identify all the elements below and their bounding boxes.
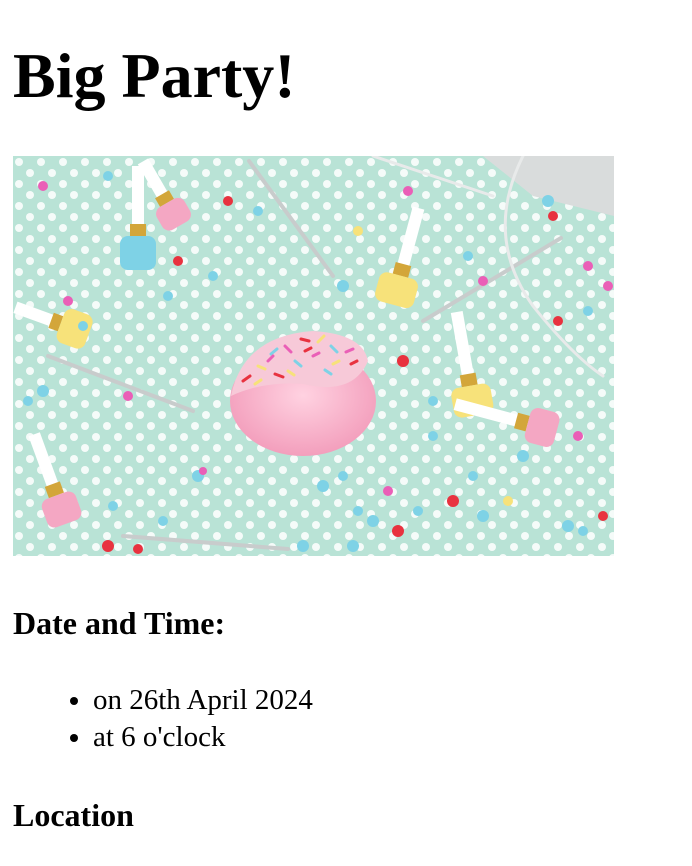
date-time-heading: Date and Time: xyxy=(13,605,226,641)
list-item: on 26th April 2024 xyxy=(93,682,313,719)
details-list: on 26th April 2024 at 6 o'clock xyxy=(53,682,313,756)
page-title: Big Party! xyxy=(13,40,296,111)
party-image xyxy=(13,156,614,556)
list-item: at 6 o'clock xyxy=(93,719,313,756)
location-heading: Location xyxy=(13,797,134,833)
